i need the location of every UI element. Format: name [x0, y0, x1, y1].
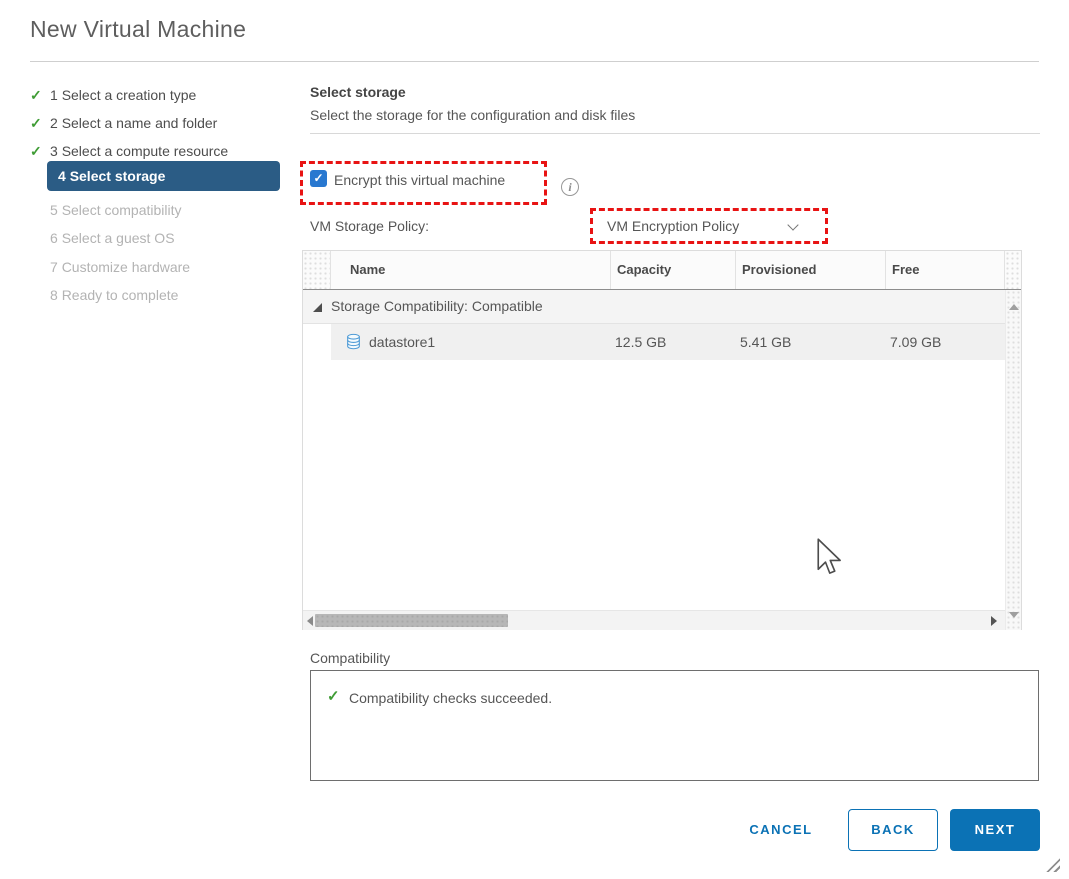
wizard-step-5[interactable]: 5 Select compatibility — [30, 202, 182, 218]
datastore-free: 7.09 GB — [890, 324, 941, 360]
info-icon[interactable] — [561, 178, 579, 196]
page-subtitle: Select the storage for the configuration… — [310, 107, 635, 123]
step-number: 5 — [50, 202, 58, 218]
column-header-capacity[interactable]: Capacity — [611, 251, 736, 289]
column-header-name[interactable]: Name — [331, 251, 611, 289]
datastore-table: Name Capacity Provisioned Free Storage C… — [302, 250, 1022, 630]
back-button[interactable]: BACK — [848, 809, 938, 851]
success-check-icon — [327, 687, 340, 705]
scroll-down-icon[interactable] — [1009, 612, 1019, 618]
step-label: Select a guest OS — [62, 230, 175, 246]
wizard-step-8[interactable]: 8 Ready to complete — [30, 287, 178, 303]
cancel-button[interactable]: CANCEL — [742, 809, 820, 851]
datastore-name: datastore1 — [369, 324, 435, 360]
datastore-provisioned: 5.41 GB — [740, 324, 791, 360]
step-number: 3 — [50, 143, 58, 159]
step-number: 8 — [50, 287, 58, 303]
header-divider — [310, 133, 1040, 134]
step-number: 4 — [58, 168, 66, 184]
datastore-capacity: 12.5 GB — [615, 324, 666, 360]
page-title: Select storage — [310, 84, 406, 100]
step-label: Select storage — [70, 168, 166, 184]
step-label: Select a creation type — [62, 87, 197, 103]
compatibility-result-box: Compatibility checks succeeded. — [310, 670, 1039, 781]
horizontal-scroll-thumb[interactable] — [315, 614, 508, 627]
step-number: 2 — [50, 115, 58, 131]
column-header-free[interactable]: Free — [886, 251, 1005, 289]
step-number: 1 — [50, 87, 58, 103]
wizard-step-2[interactable]: 2 Select a name and folder — [30, 115, 217, 132]
table-row-datastore1[interactable]: datastore1 12.5 GB 5.41 GB 7.09 GB — [331, 324, 1005, 360]
vertical-scrollbar[interactable] — [1005, 290, 1021, 630]
wizard-step-7[interactable]: 7 Customize hardware — [30, 259, 190, 275]
wizard-step-3[interactable]: 3 Select a compute resource — [30, 143, 228, 160]
step-number: 6 — [50, 230, 58, 246]
table-gutter-header — [303, 251, 331, 289]
scroll-left-icon[interactable] — [307, 616, 313, 626]
step-label: Customize hardware — [62, 259, 190, 275]
check-icon — [30, 115, 50, 132]
table-scrollbar-header — [1005, 251, 1021, 289]
check-icon — [30, 143, 50, 160]
storage-compatibility-group-row[interactable]: Storage Compatibility: Compatible — [303, 290, 1005, 324]
compatibility-message: Compatibility checks succeeded. — [349, 690, 552, 706]
title-divider — [30, 61, 1039, 62]
step-label: Select compatibility — [62, 202, 182, 218]
wizard-step-1[interactable]: 1 Select a creation type — [30, 87, 196, 104]
scroll-right-icon[interactable] — [991, 616, 997, 626]
storage-policy-label: VM Storage Policy: — [310, 218, 429, 234]
step-label: Select a name and folder — [62, 115, 218, 131]
step-number: 7 — [50, 259, 58, 275]
scroll-up-icon[interactable] — [1009, 304, 1019, 310]
wizard-step-6[interactable]: 6 Select a guest OS — [30, 230, 175, 246]
step-label: Ready to complete — [62, 287, 179, 303]
new-vm-wizard-dialog: New Virtual Machine 1 Select a creation … — [0, 0, 1069, 879]
next-button[interactable]: NEXT — [950, 809, 1040, 851]
collapse-triangle-icon[interactable] — [313, 303, 322, 312]
encrypt-checkbox[interactable] — [310, 170, 327, 187]
wizard-step-4-active[interactable]: 4 Select storage — [47, 161, 280, 191]
step-label: Select a compute resource — [62, 143, 229, 159]
mouse-cursor — [812, 537, 842, 579]
storage-policy-dropdown[interactable]: VM Encryption Policy — [607, 218, 739, 234]
datastore-icon — [345, 333, 362, 350]
compatibility-section-label: Compatibility — [310, 650, 390, 666]
check-icon — [30, 87, 50, 104]
table-header-row: Name Capacity Provisioned Free — [303, 251, 1021, 290]
encrypt-checkbox-label: Encrypt this virtual machine — [334, 172, 505, 188]
horizontal-scrollbar[interactable] — [303, 610, 1005, 630]
column-header-provisioned[interactable]: Provisioned — [736, 251, 886, 289]
dialog-title: New Virtual Machine — [30, 16, 246, 43]
group-row-label: Storage Compatibility: Compatible — [331, 290, 543, 323]
resize-grip[interactable] — [1046, 858, 1060, 872]
